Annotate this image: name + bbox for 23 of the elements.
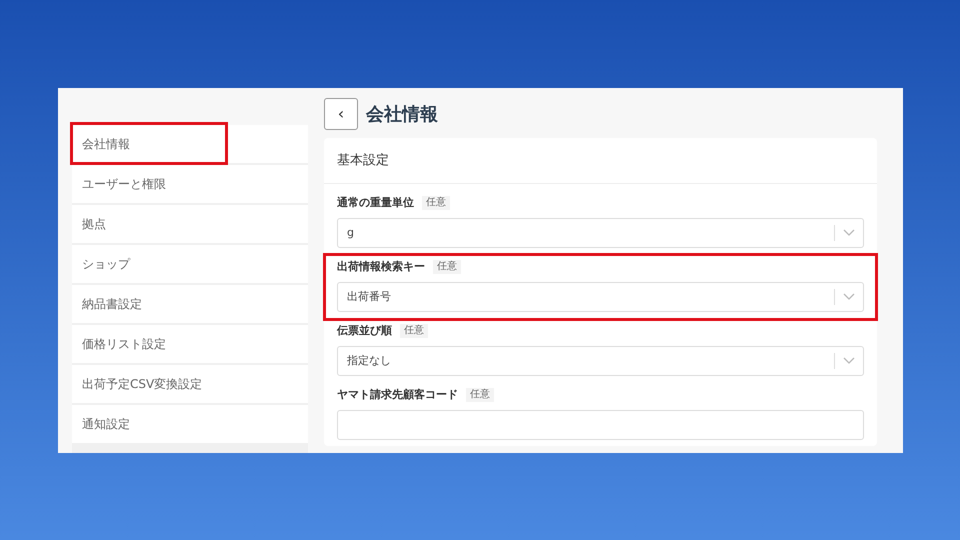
page-title: 会社情報 — [366, 102, 438, 126]
section-title: 基本設定 — [337, 152, 389, 170]
chevron-down-icon — [843, 229, 855, 237]
back-button[interactable]: ‹ — [324, 98, 358, 130]
optional-badge: 任意 — [433, 260, 461, 274]
field-label: 出荷情報検索キー — [337, 258, 425, 275]
sidebar-item[interactable]: ショップ — [72, 255, 140, 273]
optional-badge: 任意 — [466, 388, 494, 402]
select-field[interactable]: 指定なし — [337, 346, 864, 376]
input-field[interactable] — [337, 410, 864, 440]
field-label: ヤマト請求先顧客コード — [337, 386, 458, 403]
sidebar-item[interactable]: 会社情報 — [72, 135, 140, 153]
sidebar-item[interactable]: 通知設定 — [72, 415, 140, 433]
optional-badge: 任意 — [422, 196, 450, 210]
optional-badge: 任意 — [400, 324, 428, 338]
chevron-down-icon — [843, 357, 855, 365]
field-label: 伝票並び順 — [337, 322, 392, 339]
chevron-down-icon — [843, 293, 855, 301]
select-field[interactable]: g — [337, 218, 864, 248]
sidebar-item[interactable]: 納品書設定 — [72, 295, 152, 313]
field-label: 通常の重量単位 — [337, 194, 414, 211]
sidebar-item[interactable]: 拠点 — [72, 215, 116, 233]
select-field[interactable]: 出荷番号 — [337, 282, 864, 312]
